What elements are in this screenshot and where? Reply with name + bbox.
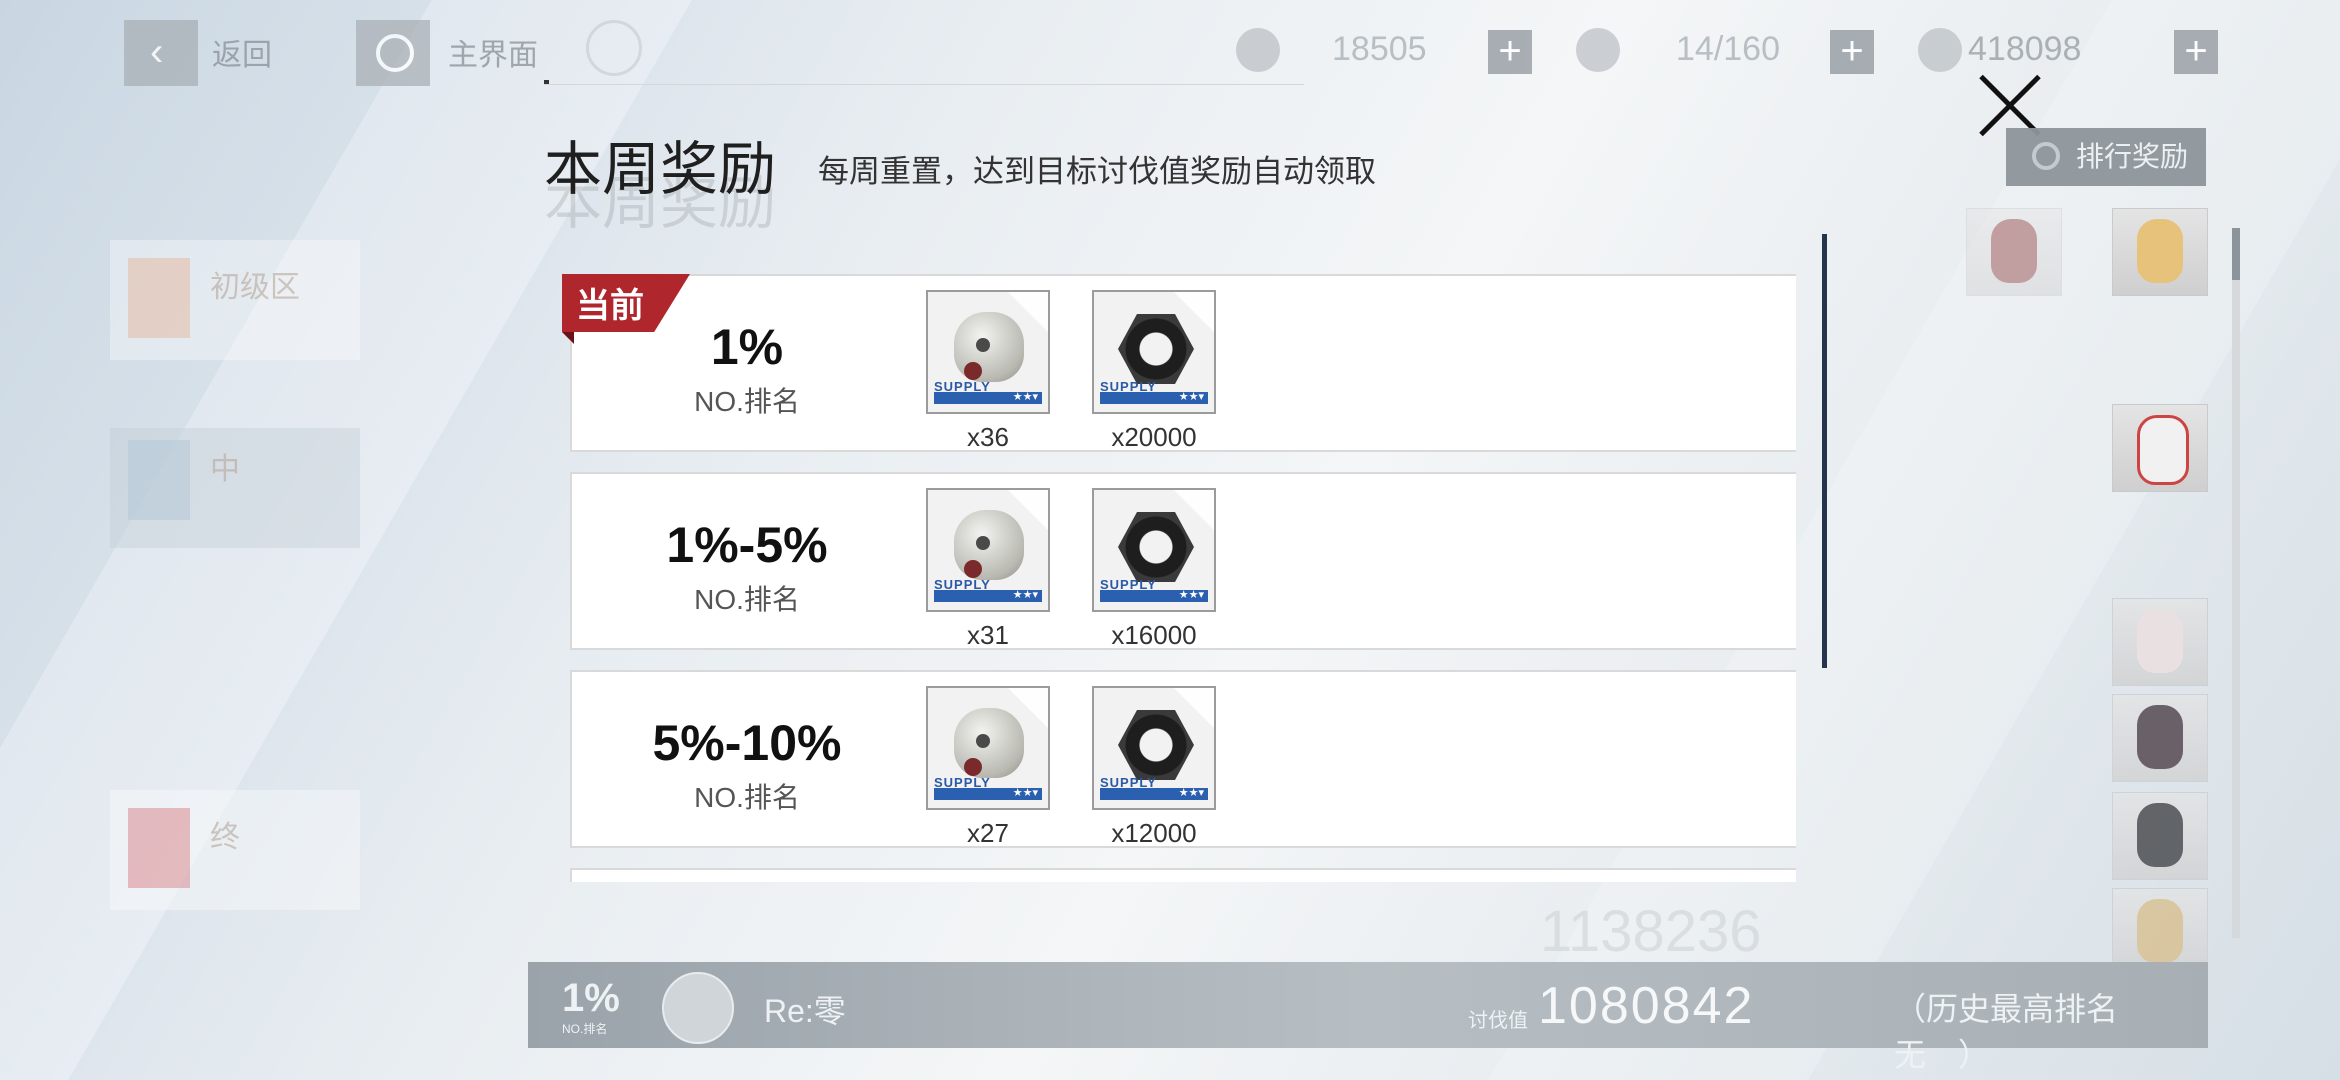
player-avatar [662, 972, 734, 1044]
rank-reward-button[interactable]: 排行奖励 [2006, 128, 2206, 186]
home-button[interactable] [356, 20, 430, 86]
reward-item[interactable]: SUPPLY [1092, 290, 1216, 414]
circle-icon [376, 34, 414, 72]
rank-range: 1%-5% [666, 517, 828, 573]
current-tag: 当前 [562, 274, 690, 344]
rank-range: 5%-10% [652, 715, 842, 771]
item-quantity: x16000 [1111, 620, 1197, 650]
player-rank: 1% [562, 976, 620, 1020]
current-tag-label: 当前 [576, 287, 644, 325]
skull-item-icon [954, 510, 1024, 580]
modal-title: 本周奖励 [544, 137, 777, 202]
item-quantity: x36 [967, 422, 1009, 452]
reward-row [570, 868, 1796, 882]
skull-item-icon [954, 708, 1024, 778]
tab-flag-icon [128, 440, 190, 520]
item-quantity: x27 [967, 818, 1009, 848]
chevron-left-icon: ‹ [150, 30, 164, 74]
tab-flag-icon [128, 808, 190, 888]
rank-reward-label: 排行奖励 [2076, 141, 2189, 172]
player-bar: 1% NO.排名 Re:零 讨伐值 1080842 （历史最高排名 无 ） [528, 962, 2208, 1073]
modal-subtitle: 每周重置，达到目标讨伐值奖励自动领取 [818, 154, 1376, 189]
reward-row: 5%-10% NO.排名 SUPPLY x27 SUPPLY x12000 [570, 670, 1796, 848]
item-quantity: x12000 [1111, 818, 1197, 848]
item-quantity: x31 [967, 620, 1009, 650]
reward-row: 1%-5% NO.排名 SUPPLY x31 SUPPLY x16000 [570, 472, 1796, 650]
skull-item-icon [954, 312, 1024, 382]
reward-item[interactable]: SUPPLY [1092, 488, 1216, 612]
rank-label: NO.排名 [694, 386, 800, 417]
reward-row: 1% NO.排名 SUPPLY x36 SUPPLY x20000 [570, 274, 1796, 452]
player-score: 1080842 [1538, 977, 1755, 1035]
score-label: 讨伐值 [1468, 1010, 1528, 1032]
title-divider [544, 84, 1304, 85]
player-name: Re:零 [764, 993, 846, 1029]
weekly-reward-modal: 本周奖励 本周奖励 每周重置，达到目标讨伐值奖励自动领取 排行奖励 1% NO.… [520, 40, 2240, 970]
reward-list[interactable]: 1% NO.排名 SUPPLY x36 SUPPLY x20000 当前 1%-… [540, 232, 1796, 882]
reward-item[interactable]: SUPPLY [926, 488, 1050, 612]
back-label: 返回 [212, 39, 272, 72]
tab-flag-icon [128, 258, 190, 338]
refresh-icon [2032, 142, 2060, 170]
left-tab-label: 初级区 [210, 271, 300, 304]
history-best-rank: （历史最高排名 无 ） [1894, 991, 2151, 1073]
reward-item[interactable]: SUPPLY [1092, 686, 1216, 810]
reward-list-scrollbar[interactable] [1822, 234, 1827, 668]
left-tab-label: 中 [210, 453, 240, 486]
rank-label: NO.排名 [694, 782, 800, 813]
reward-item[interactable]: SUPPLY [926, 290, 1050, 414]
item-quantity: x20000 [1111, 422, 1197, 452]
reward-item[interactable]: SUPPLY [926, 686, 1050, 810]
back-button[interactable]: ‹ [124, 20, 198, 86]
rank-label: NO.排名 [694, 584, 800, 615]
left-tab-label: 终 [210, 821, 240, 854]
player-rank-sub: NO.排名 [562, 1022, 608, 1036]
